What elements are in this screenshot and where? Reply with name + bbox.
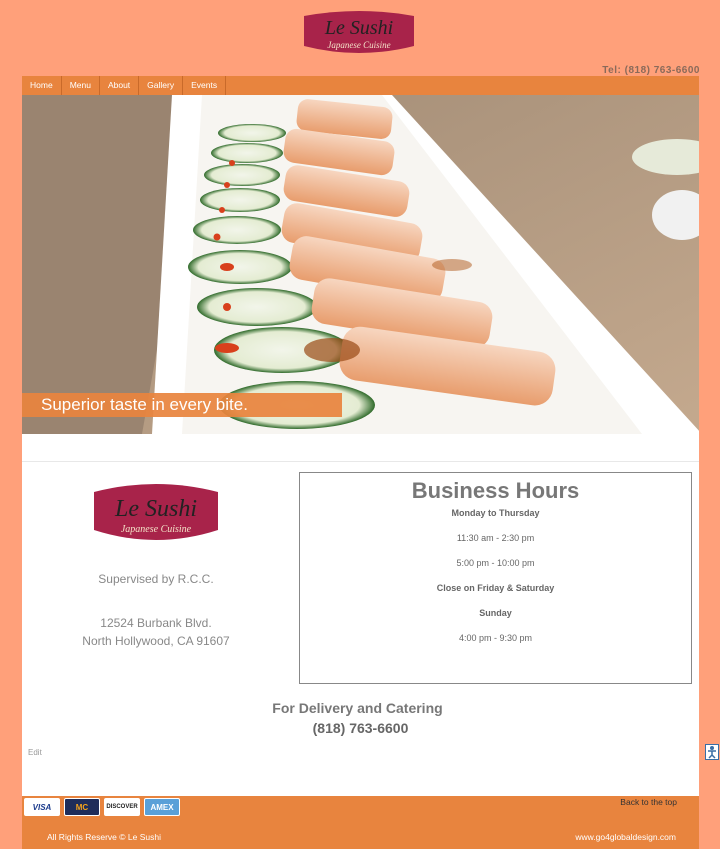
nav-home[interactable]: Home <box>22 76 62 95</box>
hours-slot-1: 11:30 am - 2:30 pm <box>456 533 535 543</box>
hours-mon-thu: Monday to Thursday <box>451 508 540 518</box>
hours-slot-2: 5:00 pm - 10:00 pm <box>456 558 535 568</box>
accessibility-icon[interactable] <box>705 744 719 760</box>
svg-text:Japanese Cuisine: Japanese Cuisine <box>121 524 192 535</box>
mastercard-icon: MC <box>64 798 100 816</box>
edit-link[interactable]: Edit <box>28 748 42 757</box>
svg-text:Le Sushi: Le Sushi <box>114 496 197 522</box>
supervised-text: Supervised by R.C.C. <box>98 572 214 586</box>
header-phone: Tel: (818) 763-6600 <box>602 65 700 76</box>
delivery-info: For Delivery and Catering (818) 763-6600 <box>22 700 699 736</box>
main-nav: Home Menu About Gallery Events <box>22 76 699 95</box>
address-line-2: North Hollywood, CA 91607 <box>82 634 230 648</box>
nav-about[interactable]: About <box>100 76 140 95</box>
nav-gallery[interactable]: Gallery <box>139 76 184 95</box>
hours-sunday: Sunday <box>479 608 512 618</box>
address-line-1: 12524 Burbank Blvd. <box>100 616 212 630</box>
payment-cards: VISA MC DISCOVER AMEX <box>24 798 180 816</box>
delivery-label: For Delivery and Catering <box>272 700 443 716</box>
nav-events[interactable]: Events <box>183 76 227 95</box>
restaurant-logo: Le Sushi Japanese Cuisine <box>94 484 218 540</box>
copyright: All Rights Reserve © Le Sushi <box>47 832 161 842</box>
site-logo[interactable]: Le Sushi Japanese Cuisine <box>302 10 416 56</box>
business-hours-title: Business Hours <box>411 478 580 503</box>
footer: VISA MC DISCOVER AMEX Back to the top Al… <box>22 796 699 849</box>
discover-icon: DISCOVER <box>104 798 140 816</box>
delivery-phone[interactable]: (818) 763-6600 <box>22 720 699 736</box>
hero-tagline: Superior taste in every bite. <box>22 393 342 417</box>
address: 12524 Burbank Blvd. North Hollywood, CA … <box>22 614 290 650</box>
visa-icon: VISA <box>24 798 60 816</box>
divider <box>22 461 699 462</box>
hours-sunday-slot: 4:00 pm - 9:30 pm <box>458 633 533 643</box>
designer-link[interactable]: www.go4globaldesign.com <box>575 832 676 842</box>
hero-image <box>22 95 699 434</box>
main-content: Le Sushi Japanese Cuisine Supervised by … <box>22 434 699 796</box>
business-hours-box: Business Hours Monday to Thursday 11:30 … <box>299 472 692 684</box>
nav-menu[interactable]: Menu <box>62 76 100 95</box>
svg-text:Japanese Cuisine: Japanese Cuisine <box>327 40 390 50</box>
back-to-top-link[interactable]: Back to the top <box>620 797 677 807</box>
svg-text:Le Sushi: Le Sushi <box>324 17 393 39</box>
hours-closed: Close on Friday & Saturday <box>436 583 555 593</box>
amex-icon: AMEX <box>144 798 180 816</box>
